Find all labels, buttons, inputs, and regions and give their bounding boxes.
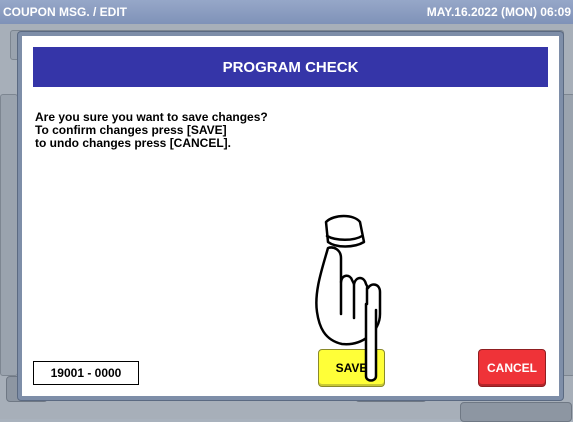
status-bar: COUPON MSG. / EDIT MAY.16.2022 (MON) 06:…: [0, 0, 573, 24]
cancel-button[interactable]: CANCEL: [478, 349, 546, 387]
dialog-title: PROGRAM CHECK: [33, 47, 548, 87]
background-button: [460, 402, 572, 422]
pointing-hand-icon: [315, 214, 382, 382]
message-line: to undo changes press [CANCEL].: [35, 136, 232, 150]
screen-title: COUPON MSG. / EDIT: [3, 5, 128, 19]
record-code-display: 19001 - 0000: [33, 361, 139, 385]
dialog-message: Are you sure you want to save changes? T…: [35, 111, 535, 150]
background-left-column: [0, 94, 18, 376]
datetime-display: MAY.16.2022 (MON) 06:09: [426, 5, 571, 19]
program-check-dialog: PROGRAM CHECK Are you sure you want to s…: [18, 32, 563, 400]
